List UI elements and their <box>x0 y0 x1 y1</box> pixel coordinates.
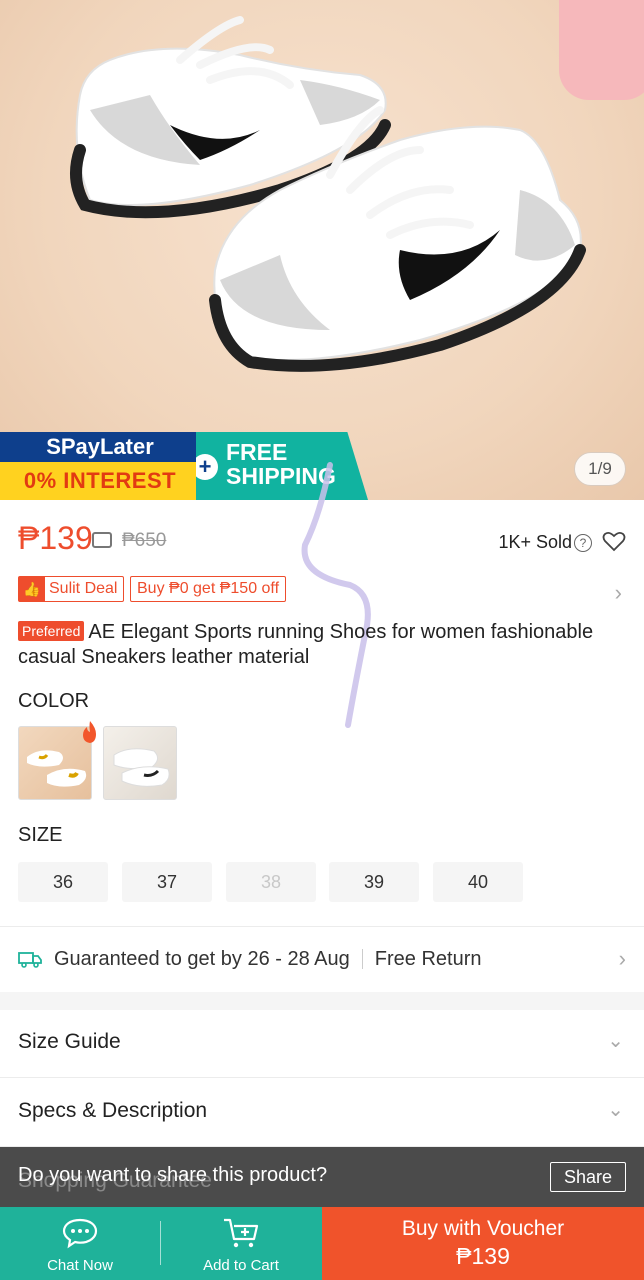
chat-icon <box>62 1218 98 1249</box>
help-icon[interactable]: ? <box>574 534 592 552</box>
section-spacer <box>0 992 644 1010</box>
paylater-brand: SPayLater <box>0 432 200 462</box>
size-guide-label: Size Guide <box>18 1030 121 1053</box>
swatch-shoe-image <box>113 748 170 787</box>
preferred-badge: Preferred <box>18 621 85 641</box>
bottom-left-actions: Chat Now Add to Cart <box>0 1207 322 1280</box>
truck-icon <box>18 952 42 968</box>
current-price: ₱139 <box>18 520 93 556</box>
chevron-right-icon: › <box>618 946 626 971</box>
chevron-down-icon: ⌄ <box>607 1099 624 1121</box>
color-swatch-2[interactable] <box>103 726 177 800</box>
thumbs-up-icon: 👍 <box>19 577 45 601</box>
add-to-cart-label: Add to Cart <box>203 1257 279 1274</box>
chat-now-button[interactable]: Chat Now <box>0 1207 160 1280</box>
free-return: Free Return <box>374 947 482 970</box>
size-option-39[interactable]: 39 <box>329 862 419 902</box>
size-label: SIZE <box>18 824 63 846</box>
size-option-37[interactable]: 37 <box>122 862 212 902</box>
cart-icon <box>224 1218 259 1248</box>
product-title: AE Elegant Sports running Shoes for wome… <box>18 621 594 668</box>
paylater-offer: 0% INTEREST <box>0 462 200 500</box>
specs-label: Specs & Description <box>18 1099 208 1122</box>
delivery-guarantee: Guaranteed to get by 26 - 28 Aug <box>54 947 350 970</box>
bottom-action-bar: Chat Now Add to Cart Buy with Voucher ₱1… <box>0 1207 644 1280</box>
chevron-down-icon: ⌄ <box>607 1030 624 1052</box>
add-to-cart-button[interactable]: Add to Cart <box>161 1207 321 1280</box>
shoes-illustration <box>70 16 586 372</box>
image-counter: 1/9 <box>574 452 626 486</box>
sulit-deal-label: Sulit Deal <box>49 580 118 597</box>
sold-count: 1K+ Sold <box>498 532 572 552</box>
size-guide-row[interactable]: Size Guide ⌄ <box>0 1010 644 1078</box>
buy-with-voucher-label: Buy with Voucher <box>401 1217 565 1240</box>
delivery-row[interactable]: Guaranteed to get by 26 - 28 Aug Free Re… <box>18 944 626 974</box>
buy-with-voucher-button[interactable]: Buy with Voucher ₱139 <box>322 1207 644 1280</box>
heart-icon[interactable] <box>602 530 626 552</box>
product-title-block: Preferred AE Elegant Sports running Shoes… <box>18 620 598 670</box>
original-price: ₱650 <box>122 530 167 551</box>
paylater-banner: SPayLater 0% INTEREST <box>0 432 200 500</box>
size-option-36[interactable]: 36 <box>18 862 108 902</box>
voucher-icon <box>92 532 112 548</box>
size-option-40[interactable]: 40 <box>433 862 523 902</box>
share-question: Do you want to share this product? <box>18 1164 328 1186</box>
sulit-deal-tag: 👍 Sulit Deal <box>18 576 125 602</box>
product-image[interactable]: SPayLater 0% INTEREST + FREE SHIPPING 1/… <box>0 0 644 500</box>
deal-tags[interactable]: 👍 Sulit Deal Buy ₱0 get ₱150 off › <box>18 576 626 605</box>
divider <box>0 926 644 927</box>
share-button[interactable]: Share <box>550 1162 626 1192</box>
buy-price: ₱139 <box>456 1243 510 1269</box>
share-prompt: Shopping Guarantee Do you want to share … <box>0 1147 644 1207</box>
separator <box>361 949 363 969</box>
chevron-right-icon[interactable]: › <box>615 580 622 606</box>
price-row: ₱139 ₱650 1K+ Sold ? <box>18 520 626 560</box>
specs-row[interactable]: Specs & Description ⌄ <box>0 1079 644 1147</box>
chat-now-label: Chat Now <box>47 1257 113 1274</box>
voucher-tag: Buy ₱0 get ₱150 off <box>130 576 287 602</box>
fire-icon <box>83 721 96 743</box>
size-option-38: 38 <box>226 862 316 902</box>
color-label: COLOR <box>18 690 90 712</box>
